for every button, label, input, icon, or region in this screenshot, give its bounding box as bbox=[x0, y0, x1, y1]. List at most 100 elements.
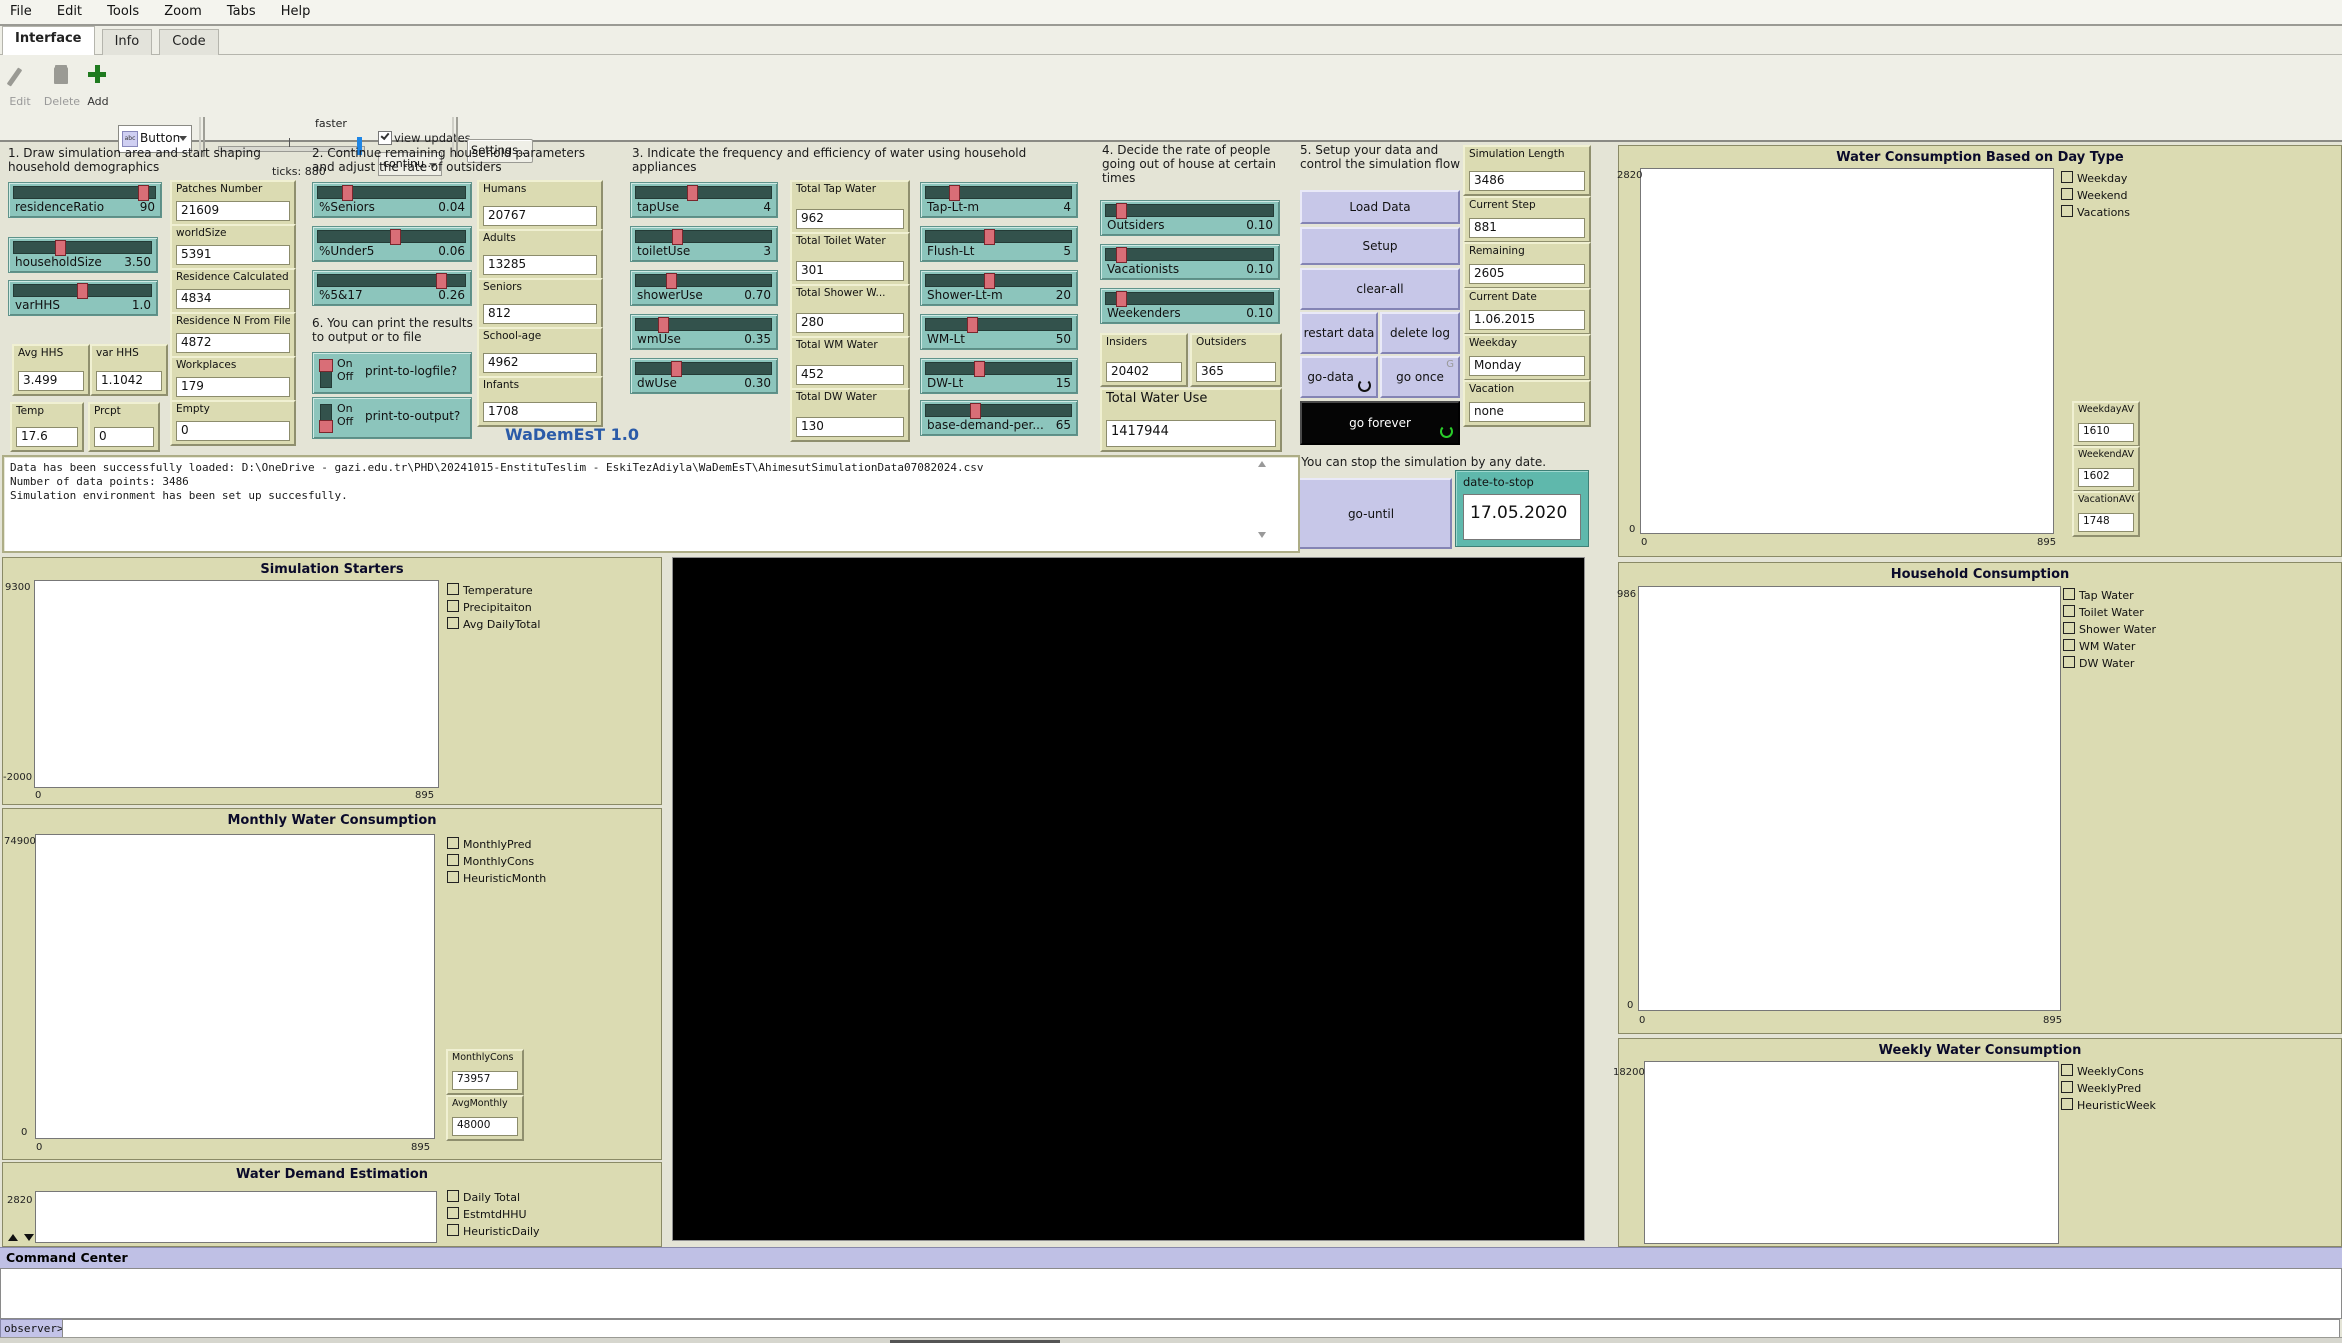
edit-icon[interactable] bbox=[12, 67, 17, 87]
slider-weekenders[interactable]: Weekenders 0.10 bbox=[1100, 288, 1280, 324]
slider-track[interactable] bbox=[317, 186, 466, 199]
view-updates-checkbox[interactable] bbox=[378, 131, 392, 145]
slider-showerUse[interactable]: showerUse 0.70 bbox=[630, 270, 778, 306]
command-input[interactable] bbox=[62, 1319, 2340, 1339]
edit-button-label[interactable]: Edit bbox=[2, 95, 38, 108]
menu-tools[interactable]: Tools bbox=[97, 1, 149, 19]
tab-info[interactable]: Info bbox=[102, 29, 153, 55]
slider-handle[interactable] bbox=[138, 185, 149, 201]
slider-handle[interactable] bbox=[687, 185, 698, 201]
date-to-stop-input[interactable]: date-to-stop 17.05.2020 bbox=[1455, 470, 1589, 547]
slider-vacationists[interactable]: Vacationists 0.10 bbox=[1100, 244, 1280, 280]
delete-button-label[interactable]: Delete bbox=[40, 95, 84, 108]
command-center-header[interactable]: Command Center bbox=[0, 1247, 2342, 1269]
slider-handle[interactable] bbox=[1116, 247, 1127, 263]
slider-handle[interactable] bbox=[55, 240, 66, 256]
slider-handle[interactable] bbox=[671, 361, 682, 377]
slider-dwUse[interactable]: dwUse 0.30 bbox=[630, 358, 778, 394]
slider-track[interactable] bbox=[925, 404, 1072, 417]
slider-track[interactable] bbox=[635, 274, 772, 287]
switch-handle[interactable] bbox=[319, 420, 333, 433]
slider-track[interactable] bbox=[13, 186, 156, 199]
slider-track[interactable] bbox=[635, 186, 772, 199]
slider-track[interactable] bbox=[925, 362, 1072, 375]
slider-toiletUse[interactable]: toiletUse 3 bbox=[630, 226, 778, 262]
slider-handle[interactable] bbox=[1116, 291, 1127, 307]
delete-log-button[interactable]: delete log bbox=[1380, 312, 1460, 354]
switch-handle[interactable] bbox=[319, 359, 333, 372]
scroll-down-icon[interactable] bbox=[1258, 532, 1266, 538]
switch-print-to-logfile[interactable]: On Off print-to-logfile? bbox=[312, 352, 472, 394]
go-until-button[interactable]: go-until bbox=[1290, 478, 1452, 549]
tab-interface[interactable]: Interface bbox=[2, 26, 95, 55]
scroll-up-icon[interactable] bbox=[1258, 461, 1266, 467]
slider-track[interactable] bbox=[13, 284, 152, 297]
slider-handle[interactable] bbox=[974, 361, 985, 377]
slider-wm-lt[interactable]: WM-Lt 50 bbox=[920, 314, 1078, 350]
slider-dw-lt[interactable]: DW-Lt 15 bbox=[920, 358, 1078, 394]
switch-print-to-output[interactable]: On Off print-to-output? bbox=[312, 397, 472, 439]
switch-track[interactable] bbox=[320, 359, 332, 388]
slider-handle[interactable] bbox=[949, 185, 960, 201]
restart-data-button[interactable]: restart data bbox=[1300, 312, 1378, 354]
slider-handle[interactable] bbox=[658, 317, 669, 333]
slider-track[interactable] bbox=[925, 230, 1072, 243]
switch-track[interactable] bbox=[320, 404, 332, 433]
slider-track[interactable] bbox=[925, 186, 1072, 199]
slider-residenceRatio[interactable]: residenceRatio 90 bbox=[8, 182, 162, 218]
bottom-scrollbar[interactable] bbox=[0, 1337, 2342, 1343]
menu-zoom[interactable]: Zoom bbox=[154, 1, 211, 19]
slider-seniors[interactable]: %Seniors 0.04 bbox=[312, 182, 472, 218]
delete-icon[interactable] bbox=[54, 67, 68, 84]
menu-edit[interactable]: Edit bbox=[47, 1, 92, 19]
slider-handle[interactable] bbox=[77, 283, 88, 299]
add-icon[interactable] bbox=[88, 65, 106, 83]
slider-handle[interactable] bbox=[390, 229, 401, 245]
slider-wmUse[interactable]: wmUse 0.35 bbox=[630, 314, 778, 350]
slider-handle[interactable] bbox=[436, 273, 447, 289]
slider-track[interactable] bbox=[317, 274, 466, 287]
menu-help[interactable]: Help bbox=[271, 1, 321, 19]
slider-tap-lt-m[interactable]: Tap-Lt-m 4 bbox=[920, 182, 1078, 218]
go-data-button[interactable]: go-data bbox=[1300, 356, 1378, 398]
slider-track[interactable] bbox=[1105, 292, 1274, 305]
slider-handle[interactable] bbox=[342, 185, 353, 201]
load-data-button[interactable]: Load Data bbox=[1300, 190, 1460, 224]
slider-householdSize[interactable]: householdSize 3.50 bbox=[8, 237, 158, 273]
slider-track[interactable] bbox=[635, 318, 772, 331]
slider-track[interactable] bbox=[1105, 248, 1274, 261]
slider-track[interactable] bbox=[1105, 204, 1274, 217]
slider-handle[interactable] bbox=[970, 403, 981, 419]
slider-shower-lt-m[interactable]: Shower-Lt-m 20 bbox=[920, 270, 1078, 306]
input-value[interactable]: 17.05.2020 bbox=[1463, 494, 1581, 540]
slider-handle[interactable] bbox=[672, 229, 683, 245]
slider-base-demand[interactable]: base-demand-per... 65 bbox=[920, 400, 1078, 436]
command-center-expand-icon[interactable] bbox=[8, 1234, 18, 1241]
go-forever-button[interactable]: go forever bbox=[1300, 401, 1460, 445]
slider-handle[interactable] bbox=[967, 317, 978, 333]
slider-track[interactable] bbox=[13, 241, 152, 254]
add-button-label[interactable]: Add bbox=[80, 95, 116, 108]
setup-button[interactable]: Setup bbox=[1300, 227, 1460, 265]
slider-handle[interactable] bbox=[666, 273, 677, 289]
slider-handle[interactable] bbox=[984, 273, 995, 289]
slider-outsiders[interactable]: Outsiders 0.10 bbox=[1100, 200, 1280, 236]
slider-track[interactable] bbox=[317, 230, 466, 243]
slider-handle[interactable] bbox=[1116, 203, 1127, 219]
menu-tabs[interactable]: Tabs bbox=[217, 1, 266, 19]
slider-track[interactable] bbox=[925, 318, 1072, 331]
command-center-collapse-icon[interactable] bbox=[24, 1234, 34, 1241]
slider-tapUse[interactable]: tapUse 4 bbox=[630, 182, 778, 218]
go-once-button[interactable]: Ggo once bbox=[1380, 356, 1460, 398]
slider-handle[interactable] bbox=[984, 229, 995, 245]
slider-under5[interactable]: %Under5 0.06 bbox=[312, 226, 472, 262]
slider-track[interactable] bbox=[635, 230, 772, 243]
tab-code[interactable]: Code bbox=[159, 29, 218, 55]
slider-flush-lt[interactable]: Flush-Lt 5 bbox=[920, 226, 1078, 262]
clear-all-button[interactable]: clear-all bbox=[1300, 268, 1460, 310]
slider-track[interactable] bbox=[925, 274, 1072, 287]
menu-file[interactable]: File bbox=[0, 1, 42, 19]
slider-5and17[interactable]: %5&17 0.26 bbox=[312, 270, 472, 306]
slider-varHHS[interactable]: varHHS 1.0 bbox=[8, 280, 158, 316]
slider-track[interactable] bbox=[635, 362, 772, 375]
